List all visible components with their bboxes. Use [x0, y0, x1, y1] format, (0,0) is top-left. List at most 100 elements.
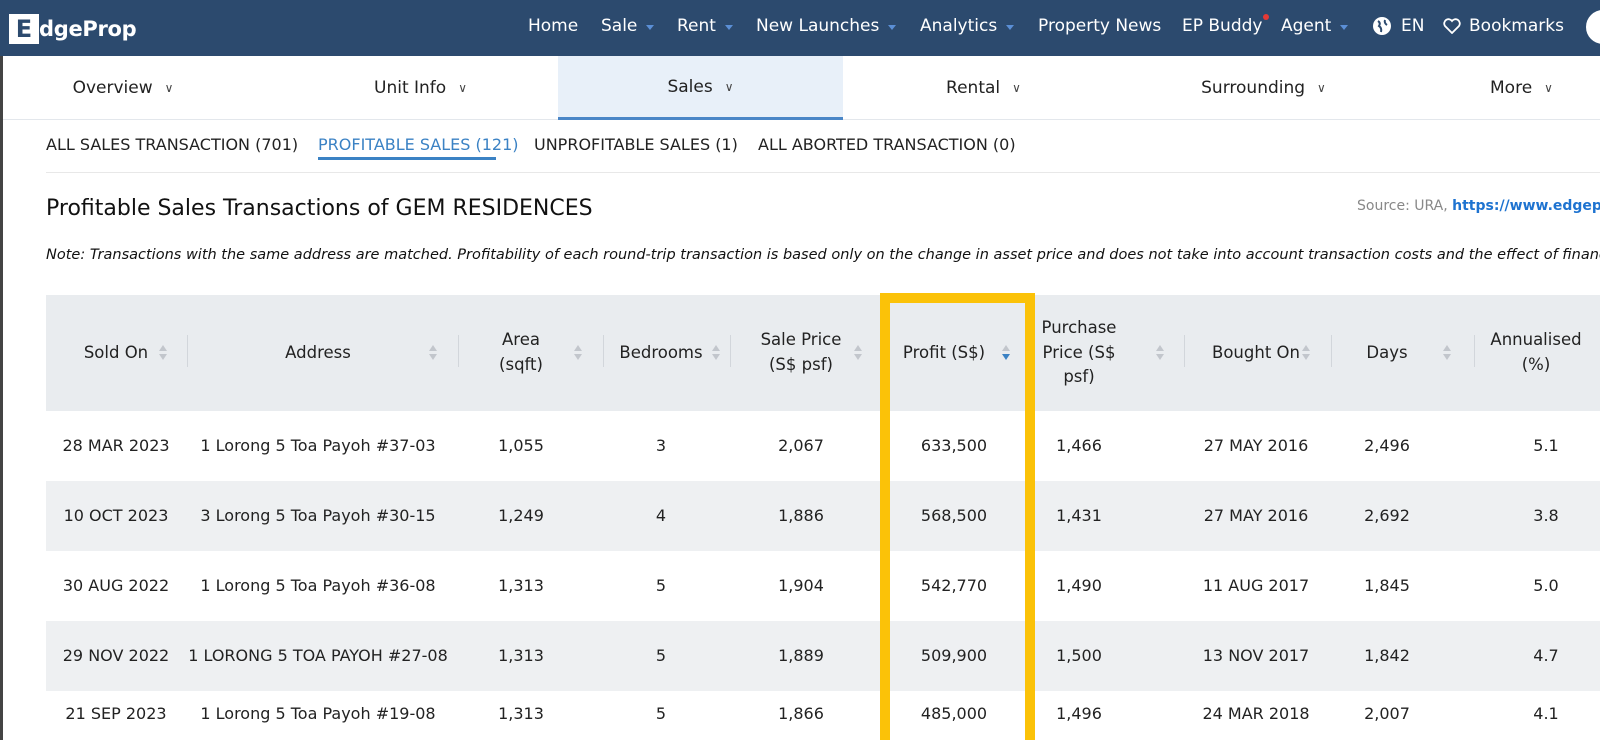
cell-sold-on: 21 SEP 2023 — [65, 703, 167, 723]
section-tabs: Overview ∨ Unit Info ∨ Sales ∨ Rental ∨ Surr… — [3, 56, 1600, 120]
sort-icon[interactable] — [1443, 345, 1451, 361]
chevron-down-icon: ∨ — [164, 81, 174, 95]
tab-all-aborted-transaction[interactable]: ALL ABORTED TRANSACTION (0) — [758, 135, 1016, 154]
cell-annualised: 4.1 — [1533, 703, 1559, 723]
cell-annualised: 5.0 — [1533, 575, 1559, 595]
col-area[interactable]: Area (sqft) — [481, 295, 561, 411]
nav-home-label: Home — [528, 16, 579, 36]
tab-more-label: More — [1490, 78, 1533, 98]
nav-agent[interactable]: Agent — [1281, 16, 1349, 36]
sort-icon[interactable] — [1156, 345, 1164, 361]
logo-mark: E — [9, 14, 39, 44]
col-days-label: Days — [1366, 342, 1408, 362]
user-avatar[interactable] — [1586, 10, 1600, 44]
cell-profit: 568,500 — [920, 505, 988, 525]
cell-bought-on: 27 MAY 2016 — [1203, 505, 1309, 525]
left-edge — [0, 56, 3, 740]
sort-icon[interactable] — [854, 345, 862, 361]
tab-profitable-sales[interactable]: PROFITABLE SALES (121) — [318, 135, 519, 154]
sort-icon[interactable] — [712, 345, 720, 361]
cell-sale-price: 1,886 — [778, 505, 824, 525]
table-row[interactable]: 29 NOV 2022 1 LORONG 5 TOA PAYOH #27-08 … — [46, 621, 1600, 691]
nav-bookmarks[interactable]: Bookmarks — [1443, 16, 1564, 36]
col-purchase-price-label: Purchase Price (S$ psf) — [1041, 317, 1117, 387]
cell-sold-on: 10 OCT 2023 — [63, 505, 169, 525]
sort-icon[interactable] — [574, 345, 582, 361]
cell-purchase-price: 1,490 — [1056, 575, 1102, 595]
cell-bought-on: 13 NOV 2017 — [1202, 645, 1310, 665]
source-link[interactable]: https://www.edgepro — [1452, 198, 1600, 214]
sort-icon[interactable] — [1302, 345, 1310, 361]
language-label: EN — [1401, 16, 1425, 36]
col-purchase-price[interactable]: Purchase Price (S$ psf) — [1034, 295, 1124, 411]
col-bedrooms[interactable]: Bedrooms — [606, 295, 716, 411]
caret-down-icon — [646, 24, 655, 30]
cell-purchase-price: 1,431 — [1056, 505, 1102, 525]
col-annualised[interactable]: Annualised (%) — [1486, 295, 1586, 411]
cell-area: 1,249 — [498, 505, 544, 525]
cell-sold-on: 29 NOV 2022 — [62, 645, 170, 665]
chevron-down-icon: ∨ — [1317, 81, 1326, 95]
tab-surrounding-label: Surrounding — [1201, 78, 1306, 98]
cell-sale-price: 2,067 — [778, 435, 824, 455]
sort-icon[interactable] — [429, 345, 437, 361]
nav-rent[interactable]: Rent — [677, 16, 733, 36]
page-title: Profitable Sales Transactions of GEM RES… — [46, 196, 593, 221]
table-row[interactable]: 10 OCT 2023 3 Lorong 5 Toa Payoh #30-15 … — [46, 481, 1600, 551]
column-separator — [458, 335, 459, 367]
nav-new-launches-label: New Launches — [756, 16, 880, 36]
tab-overview[interactable]: Overview ∨ — [3, 56, 243, 120]
cell-address: 1 Lorong 5 Toa Payoh #19-08 — [200, 703, 436, 723]
col-bedrooms-label: Bedrooms — [619, 342, 703, 362]
nav-ep-buddy[interactable]: EP Buddy — [1182, 16, 1262, 36]
col-sale-price[interactable]: Sale Price (S$ psf) — [746, 295, 856, 411]
source-prefix: Source: URA, — [1357, 198, 1448, 214]
tab-all-sales-transaction[interactable]: ALL SALES TRANSACTION (701) — [46, 135, 298, 154]
cell-area: 1,313 — [498, 703, 544, 723]
cell-sale-price: 1,904 — [778, 575, 824, 595]
chevron-down-icon: ∨ — [458, 81, 467, 95]
tab-sales[interactable]: Sales ∨ — [558, 56, 843, 120]
cell-address: 1 Lorong 5 Toa Payoh #37-03 — [200, 435, 436, 455]
caret-down-icon — [888, 24, 897, 30]
nav-property-news[interactable]: Property News — [1038, 16, 1161, 36]
globe-icon — [1373, 17, 1391, 35]
col-area-label: Area (sqft) — [499, 330, 543, 374]
sort-icon-active[interactable] — [1002, 345, 1010, 361]
language-selector[interactable]: EN — [1372, 16, 1424, 36]
column-separator — [1474, 335, 1475, 367]
nav-sale[interactable]: Sale — [601, 16, 655, 36]
cell-purchase-price: 1,500 — [1056, 645, 1102, 665]
table-row[interactable]: 28 MAR 2023 1 Lorong 5 Toa Payoh #37-03 … — [46, 411, 1600, 481]
col-address[interactable]: Address — [188, 295, 448, 411]
nav-new-launches[interactable]: New Launches — [756, 16, 897, 36]
cell-address: 1 Lorong 5 Toa Payoh #36-08 — [200, 575, 436, 595]
divider — [46, 172, 1600, 173]
edgeprop-logo[interactable]: E dgeProp — [9, 14, 137, 44]
tab-unprofitable-sales[interactable]: UNPROFITABLE SALES (1) — [534, 135, 738, 154]
tab-surrounding[interactable]: Surrounding ∨ — [1121, 56, 1406, 120]
notification-dot — [1263, 14, 1269, 20]
cell-purchase-price: 1,466 — [1056, 435, 1102, 455]
col-sold-on-label: Sold On — [83, 342, 149, 362]
column-separator — [730, 335, 731, 367]
cell-bedrooms: 3 — [655, 435, 667, 455]
col-bought-on-label: Bought On — [1212, 342, 1300, 362]
cell-days: 1,842 — [1364, 645, 1410, 665]
col-days[interactable]: Days — [1332, 295, 1442, 411]
chevron-down-icon: ∨ — [1012, 81, 1021, 95]
cell-sold-on: 30 AUG 2022 — [62, 575, 170, 595]
tab-unit-info[interactable]: Unit Info ∨ — [278, 56, 563, 120]
caret-down-icon — [724, 24, 733, 30]
cell-bought-on: 24 MAR 2018 — [1202, 703, 1310, 723]
col-profit[interactable]: Profit (S$) — [884, 295, 1004, 411]
table-row[interactable]: 21 SEP 2023 1 Lorong 5 Toa Payoh #19-08 … — [46, 691, 1600, 740]
cell-annualised: 4.7 — [1533, 645, 1559, 665]
tab-more[interactable]: More ∨ — [1443, 56, 1600, 120]
tab-rental[interactable]: Rental ∨ — [841, 56, 1126, 120]
nav-analytics[interactable]: Analytics — [920, 16, 1015, 36]
table-row[interactable]: 30 AUG 2022 1 Lorong 5 Toa Payoh #36-08 … — [46, 551, 1600, 621]
sort-icon[interactable] — [159, 345, 167, 361]
nav-home[interactable]: Home — [528, 16, 578, 36]
column-separator — [603, 335, 604, 367]
